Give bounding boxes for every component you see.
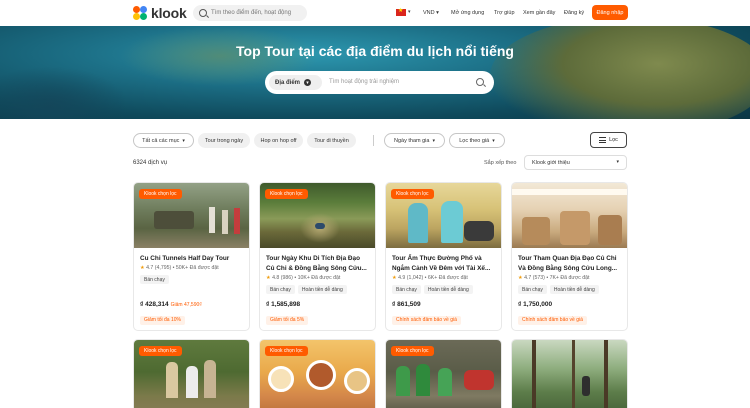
activity-card[interactable]: Klook chọn lọc Tour Ngày Khu Di Tích Địa…: [259, 182, 376, 331]
chip-cruise-tours[interactable]: Tour di thuyền: [307, 133, 356, 148]
card-tag: Bán chạy: [518, 285, 547, 294]
chevron-down-icon[interactable]: ▾: [408, 9, 411, 15]
destination-label: Địa điểm: [275, 79, 301, 86]
card-tag: Hoàn tiền dễ dàng: [423, 285, 473, 294]
card-tag: Hoàn tiền dễ dàng: [549, 285, 599, 294]
card-tag: Bán chạy: [140, 275, 169, 284]
card-title: Tour Ẩm Thực Đường Phố và Ngắm Cảnh Về Đ…: [392, 255, 491, 272]
card-promo: Giảm tối đa 10%: [140, 315, 185, 325]
card-badge: Klook chọn lọc: [139, 346, 182, 356]
card-tag: Hoàn tiền dễ dàng: [297, 285, 347, 294]
card-image: Klook chọn lọc: [134, 340, 249, 408]
activity-card[interactable]: Klook chọn lọc: [259, 339, 376, 408]
card-price: ₫ 428,314 Giảm 47,590₫: [140, 301, 202, 308]
search-icon: [199, 9, 207, 17]
card-rating: ★ 4.9 (1,042) • 6K+ Đã được đặt: [392, 275, 468, 281]
card-tag: Bán chạy: [266, 285, 295, 294]
vietnam-flag-icon[interactable]: [396, 7, 406, 16]
star-icon: ★: [392, 275, 397, 281]
card-badge: Klook chọn lọc: [391, 189, 434, 199]
hero-banner: Top Tour tại các địa điểm du lịch nổi ti…: [0, 26, 750, 119]
chevron-down-icon: ▾: [304, 79, 312, 86]
header-search-input[interactable]: Tìm theo điểm đến, hoạt động: [193, 5, 307, 21]
card-promo: Chính sách đảm bảo về giá: [392, 315, 461, 325]
hero-title: Top Tour tại các địa điểm du lịch nổi ti…: [236, 43, 514, 59]
chip-all-categories[interactable]: Tất cả các mục ▾: [133, 133, 194, 148]
star-icon: ★: [140, 265, 145, 271]
filter-divider: [373, 135, 374, 146]
login-button[interactable]: Đăng nhập: [592, 5, 628, 20]
top-header: klook Tìm theo điểm đến, hoạt động ▾ VND…: [0, 0, 750, 26]
card-image: Klook chọn lọc: [386, 183, 501, 248]
card-promo: Giảm tối đa 5%: [266, 315, 309, 325]
dropdown-price-filter[interactable]: Lọc theo giá ▾: [449, 133, 505, 148]
card-price: ₫ 861,509: [392, 301, 421, 308]
star-icon: ★: [266, 275, 271, 281]
chip-day-tours[interactable]: Tour trong ngày: [198, 133, 250, 148]
sort-dropdown[interactable]: Klook giới thiệu ▾: [524, 155, 627, 170]
filter-button[interactable]: Lọc: [590, 132, 627, 148]
header-search-placeholder: Tìm theo điểm đến, hoạt động: [211, 10, 292, 16]
card-image: [512, 340, 627, 408]
card-rating: ★ 4.7 (4,795) • 50K+ Đã được đặt: [140, 265, 219, 271]
card-badge: Klook chọn lọc: [139, 189, 182, 199]
activity-card[interactable]: Tour Tham Quan Địa Đạo Củ Chi Và Đồng Bằ…: [511, 182, 628, 331]
card-image: Klook chọn lọc: [260, 340, 375, 408]
logo-text: klook: [151, 5, 187, 21]
activity-card[interactable]: [511, 339, 628, 408]
card-image: [512, 183, 627, 248]
filter-icon: [599, 137, 607, 143]
activity-card[interactable]: Klook chọn lọc Cu Chi Tunnels Half Day T…: [133, 182, 250, 331]
chevron-down-icon: ▾: [432, 137, 435, 144]
card-image: Klook chọn lọc: [386, 340, 501, 408]
dropdown-participation-date[interactable]: Ngày tham gia ▾: [384, 133, 445, 148]
chip-hop-on-hop-off[interactable]: Hop on hop off: [254, 133, 303, 148]
card-rating: ★ 4.8 (986) • 10K+ Đã được đặt: [266, 275, 341, 281]
search-icon[interactable]: [476, 78, 484, 86]
star-icon: ★: [518, 275, 523, 281]
card-tag: Bán chạy: [392, 285, 421, 294]
results-count: 6324 dịch vụ: [133, 160, 168, 166]
card-image: Klook chọn lọc: [260, 183, 375, 248]
card-title: Cu Chi Tunnels Half Day Tour: [140, 255, 230, 262]
nav-help[interactable]: Trợ giúp: [494, 10, 515, 16]
card-badge: Klook chọn lọc: [391, 346, 434, 356]
chevron-down-icon: ▾: [492, 137, 495, 144]
activity-card[interactable]: Klook chọn lọc Tour Ẩm Thực Đường Phố và…: [385, 182, 502, 331]
card-price: ₫ 1,750,000: [518, 301, 553, 308]
hero-search-bar[interactable]: Địa điểm ▾ Tìm hoạt động trải nghiệm: [265, 71, 494, 94]
destination-selector[interactable]: Địa điểm ▾: [269, 75, 322, 90]
klook-logo[interactable]: klook: [133, 5, 187, 21]
card-title: Tour Tham Quan Địa Đạo Củ Chi Và Đồng Bằ…: [518, 255, 618, 272]
card-rating: ★ 4.7 (573) • 7K+ Đã được đặt: [518, 275, 590, 281]
nav-sign-up[interactable]: Đăng ký: [564, 10, 584, 16]
activity-card[interactable]: Klook chọn lọc: [133, 339, 250, 408]
card-promo: Chính sách đảm bảo về giá: [518, 315, 587, 325]
chevron-down-icon: ▾: [616, 159, 619, 165]
card-title: Tour Ngày Khu Di Tích Địa Đạo Củ Chi & Đ…: [266, 255, 367, 272]
klook-logo-icon: [133, 5, 148, 21]
card-image: Klook chọn lọc: [134, 183, 249, 248]
activity-search-input[interactable]: Tìm hoạt động trải nghiệm: [329, 79, 399, 85]
card-badge: Klook chọn lọc: [265, 346, 308, 356]
sort-label: Sắp xếp theo: [484, 160, 517, 166]
currency-selector[interactable]: VND ▾: [423, 10, 439, 16]
chevron-down-icon: ▾: [182, 137, 185, 144]
nav-open-app[interactable]: Mở ứng dụng: [451, 10, 484, 16]
nav-recently-viewed[interactable]: Xem gần đây: [523, 10, 555, 16]
activity-card[interactable]: Klook chọn lọc: [385, 339, 502, 408]
card-badge: Klook chọn lọc: [265, 189, 308, 199]
card-price: ₫ 1,585,898: [266, 301, 301, 308]
